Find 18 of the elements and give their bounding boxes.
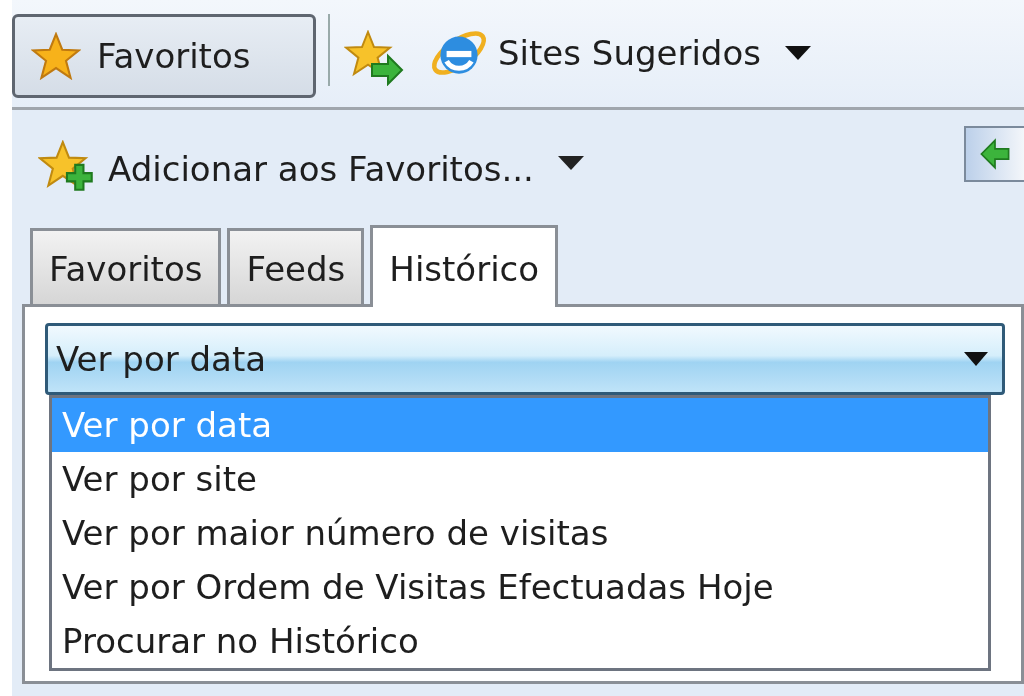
suggested-sites-button[interactable]: Sites Sugeridos: [428, 22, 811, 84]
star-icon: [31, 32, 81, 80]
tab[interactable]: Favoritos: [30, 228, 222, 304]
pin-pane-button[interactable]: [964, 126, 1024, 182]
tab[interactable]: Feeds: [227, 228, 365, 304]
caret-icon: [964, 352, 988, 366]
favorites-button[interactable]: Favoritos: [12, 14, 316, 98]
star-arrow-icon[interactable]: [344, 30, 404, 86]
arrow-left-icon: [978, 137, 1012, 171]
dropdown-option[interactable]: Ver por site: [52, 452, 988, 506]
add-to-favorites-button[interactable]: Adicionar aos Favoritos...: [38, 140, 534, 198]
tab[interactable]: Histórico: [370, 225, 559, 307]
caret-icon: [784, 46, 811, 60]
view-dropdown[interactable]: Ver por data: [45, 323, 1005, 395]
dropdown-option[interactable]: Procurar no Histórico: [52, 614, 988, 668]
dropdown-option[interactable]: Ver por Ordem de Visitas Efectuadas Hoje: [52, 560, 988, 614]
caret-icon[interactable]: [557, 156, 584, 170]
dropdown-option[interactable]: Ver por maior número de visitas: [52, 506, 988, 560]
